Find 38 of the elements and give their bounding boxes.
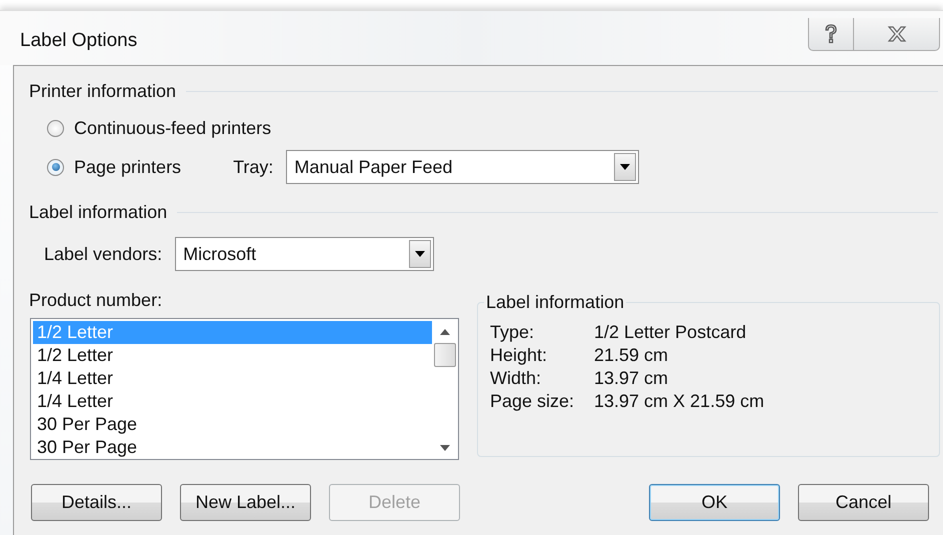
- radio-label[interactable]: Page printers: [74, 156, 182, 178]
- field-label: Label vendors:: [44, 244, 162, 264]
- info-value: 21.59 cm: [594, 344, 668, 367]
- dialog-button[interactable]: OK: [649, 484, 780, 521]
- window-title: Label Options: [20, 30, 138, 52]
- list-item[interactable]: 30 Per Page: [33, 436, 432, 459]
- dialog-button[interactable]: Details...: [31, 484, 162, 521]
- field-label: Product number:: [29, 290, 164, 310]
- dialog-button[interactable]: Cancel: [798, 484, 929, 521]
- list-item[interactable]: 1/4 Letter: [33, 390, 432, 413]
- dialog-button[interactable]: New Label...: [180, 484, 311, 521]
- close-icon: [886, 26, 906, 42]
- list-item[interactable]: 1/2 Letter: [33, 344, 432, 367]
- info-label: Page size:: [490, 390, 576, 413]
- scroll-thumb[interactable]: [434, 343, 456, 367]
- product-list[interactable]: 1/2 Letter 1/2 Letter 1/4 Letter 1/4 Letter 30 Per Page 30 Per Page: [30, 318, 459, 460]
- scroll-up-icon[interactable]: [440, 329, 450, 335]
- close-button[interactable]: [853, 18, 940, 51]
- section-heading: Label information: [29, 202, 168, 222]
- info-label: Height:: [490, 344, 548, 367]
- info-label: Type:: [490, 321, 536, 344]
- list-item[interactable]: 1/4 Letter: [33, 367, 432, 390]
- help-icon: [824, 24, 838, 44]
- list-item[interactable]: 30 Per Page: [33, 413, 432, 436]
- help-button[interactable]: [808, 18, 853, 51]
- vendor-dropdown[interactable]: Microsoft: [175, 237, 434, 271]
- info-value: 1/2 Letter Postcard: [594, 321, 746, 344]
- radio-button[interactable]: [47, 158, 64, 176]
- group-title: Label information: [485, 292, 626, 313]
- scroll-down-icon[interactable]: [440, 445, 450, 451]
- section-heading: Printer information: [29, 80, 176, 102]
- info-value: 13.97 cm: [594, 367, 668, 390]
- radio-button[interactable]: [47, 120, 64, 136]
- radio-label[interactable]: Continuous-feed printers: [74, 118, 272, 138]
- tray-dropdown[interactable]: Manual Paper Feed: [286, 150, 640, 184]
- field-label: Tray:: [233, 156, 274, 178]
- info-value: 13.97 cm X 21.59 cm: [594, 390, 764, 413]
- info-label: Width:: [490, 367, 542, 390]
